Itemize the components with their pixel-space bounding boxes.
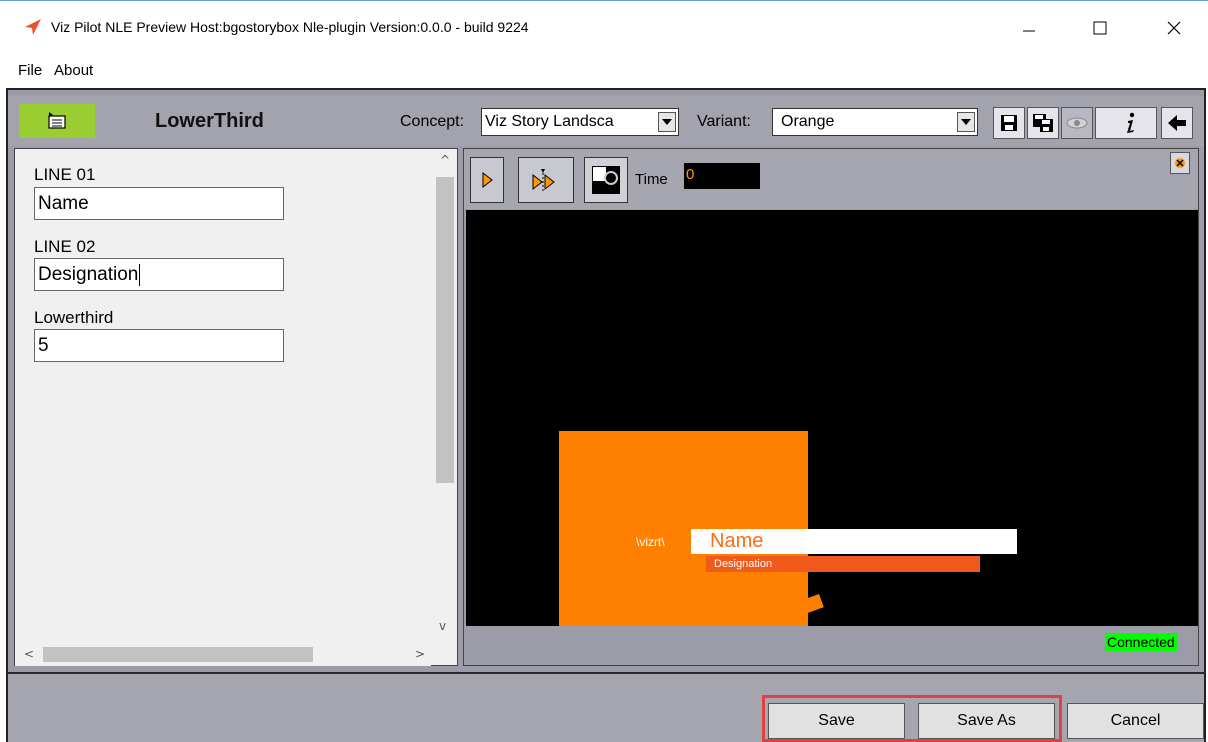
- minimize-button[interactable]: [1012, 13, 1046, 43]
- line-02-label: LINE 02: [34, 237, 96, 256]
- lowerthird-value: 5: [38, 334, 49, 356]
- scroll-down-icon[interactable]: v: [439, 619, 446, 633]
- lowerthird-input[interactable]: 5: [34, 329, 284, 362]
- save-icon: [1001, 115, 1017, 131]
- connection-status: Connected: [1105, 633, 1177, 651]
- viz-pilot-logo-icon: [25, 19, 41, 35]
- eye-icon: [1066, 117, 1088, 129]
- time-label: Time: [635, 171, 668, 188]
- time-input[interactable]: 0: [684, 163, 760, 189]
- variant-value: Orange: [781, 113, 835, 130]
- maximize-icon: [1093, 21, 1107, 35]
- window-title: Viz Pilot NLE Preview Host:bgostorybox N…: [51, 19, 529, 35]
- lowerthird-designation-text: Designation: [714, 558, 773, 570]
- title-bar: Viz Pilot NLE Preview Host:bgostorybox N…: [0, 0, 1208, 58]
- play-icon: [482, 172, 493, 188]
- save-as-icon: [1033, 114, 1053, 132]
- line-01-label: LINE 01: [34, 165, 96, 184]
- back-button[interactable]: [1161, 107, 1193, 139]
- preview-panel: Time 0 \vizrt\ Name Designation Connecte…: [463, 148, 1199, 666]
- variant-dropdown[interactable]: Orange: [772, 108, 978, 136]
- lowerthird-designation-bar: Designation: [706, 556, 980, 572]
- preview-toggle-button[interactable]: [1061, 107, 1093, 139]
- vertical-scrollbar[interactable]: ^ v: [431, 149, 457, 644]
- time-value: 0: [686, 166, 695, 183]
- scroll-right-icon[interactable]: >: [415, 647, 425, 661]
- save-button[interactable]: Save: [768, 703, 905, 739]
- line-01-input[interactable]: Name: [34, 187, 284, 220]
- close-preview-icon: [1175, 158, 1185, 168]
- concept-label: Concept:: [400, 113, 465, 130]
- maximize-button[interactable]: [1083, 13, 1117, 43]
- vertical-scroll-thumb[interactable]: [436, 177, 454, 483]
- menu-bar: File About: [0, 58, 1208, 86]
- template-name: LowerThird: [155, 110, 264, 132]
- play-step-button[interactable]: [518, 157, 574, 203]
- info-button[interactable]: [1115, 107, 1147, 139]
- save-as-button[interactable]: Save As: [918, 703, 1055, 739]
- template-list-icon: [48, 112, 66, 129]
- scroll-left-icon[interactable]: <: [24, 647, 34, 661]
- form-panel: LINE 01 Name LINE 02 Designation Lowerth…: [14, 148, 458, 666]
- close-preview-button[interactable]: [1170, 152, 1190, 174]
- save-as-tool-button[interactable]: [1027, 107, 1059, 139]
- line-02-value: Designation: [38, 263, 139, 285]
- horizontal-scrollbar[interactable]: < >: [15, 642, 431, 666]
- variant-label: Variant:: [697, 113, 751, 130]
- dropdown-arrow-icon[interactable]: [957, 112, 975, 132]
- info-icon: [1127, 112, 1135, 133]
- lowerthird-label: Lowerthird: [34, 308, 114, 327]
- menu-about[interactable]: About: [54, 62, 93, 79]
- back-arrow-icon: [1168, 115, 1186, 131]
- play-button[interactable]: [470, 157, 504, 203]
- scroll-up-icon[interactable]: ^: [440, 153, 450, 167]
- save-tool-button[interactable]: [993, 107, 1025, 139]
- concept-value: Viz Story Landsca: [485, 113, 614, 130]
- snapshot-icon: [592, 166, 620, 194]
- cancel-button[interactable]: Cancel: [1067, 703, 1204, 739]
- lowerthird-name-bar: Name: [691, 529, 1017, 554]
- dropdown-arrow-icon[interactable]: [658, 112, 676, 132]
- preview-toolbar: Time 0: [464, 149, 1198, 209]
- template-button[interactable]: [19, 104, 95, 138]
- horizontal-scroll-thumb[interactable]: [43, 647, 313, 662]
- preview-status-bar: Connected: [464, 626, 1198, 665]
- lowerthird-name-text: Name: [710, 530, 764, 552]
- menu-file[interactable]: File: [18, 62, 42, 79]
- render-preview: \vizrt\ Name Designation: [466, 210, 1198, 626]
- line-02-input[interactable]: Designation: [34, 258, 284, 291]
- minimize-icon: [1023, 30, 1035, 32]
- line-01-value: Name: [38, 192, 89, 214]
- close-button[interactable]: [1157, 13, 1191, 43]
- vizrt-logo: \vizrt\: [636, 535, 665, 549]
- text-caret: [139, 263, 141, 286]
- play-step-icon: [532, 169, 555, 191]
- close-icon: [1167, 21, 1181, 35]
- snapshot-button[interactable]: [584, 157, 628, 203]
- concept-dropdown[interactable]: Viz Story Landsca: [481, 108, 679, 136]
